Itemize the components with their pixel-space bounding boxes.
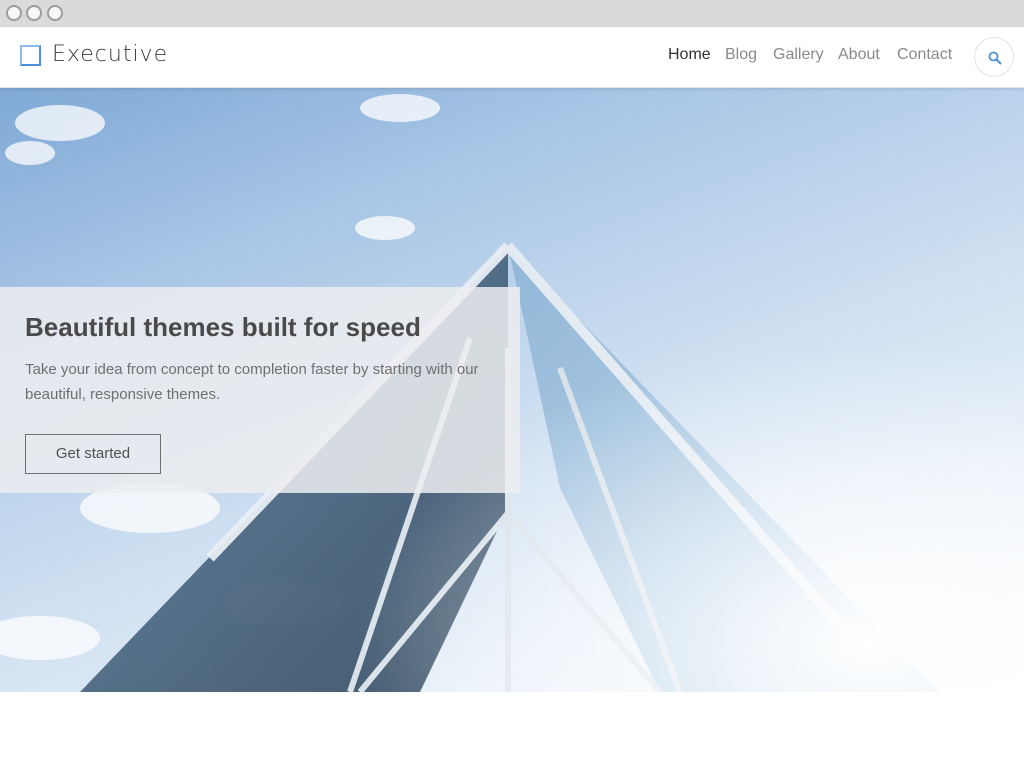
content-area bbox=[0, 692, 1024, 768]
nav-item-blog[interactable]: Blog bbox=[725, 46, 757, 64]
search-icon bbox=[988, 51, 1002, 65]
nav-item-gallery[interactable]: Gallery bbox=[773, 46, 824, 64]
nav-item-about[interactable]: About bbox=[838, 46, 880, 64]
get-started-button[interactable]: Get started bbox=[25, 434, 161, 474]
browser-title-bar bbox=[0, 0, 1024, 27]
hero-section: Beautiful themes built for speed Take yo… bbox=[0, 88, 1024, 692]
search-button[interactable] bbox=[974, 37, 1014, 77]
window-maximize-dot[interactable] bbox=[47, 5, 63, 21]
main-nav: Home Blog Gallery About Contact bbox=[0, 46, 1024, 68]
site-header: Executive Home Blog Gallery About Contac… bbox=[0, 27, 1024, 88]
hero-description: Take your idea from concept to completio… bbox=[25, 361, 479, 403]
hero-card: Beautiful themes built for speed Take yo… bbox=[0, 287, 520, 493]
nav-item-home[interactable]: Home bbox=[668, 46, 711, 64]
window-minimize-dot[interactable] bbox=[26, 5, 42, 21]
window-close-dot[interactable] bbox=[6, 5, 22, 21]
hero-title: Beautiful themes built for speed bbox=[25, 312, 421, 342]
nav-item-contact[interactable]: Contact bbox=[897, 46, 952, 64]
